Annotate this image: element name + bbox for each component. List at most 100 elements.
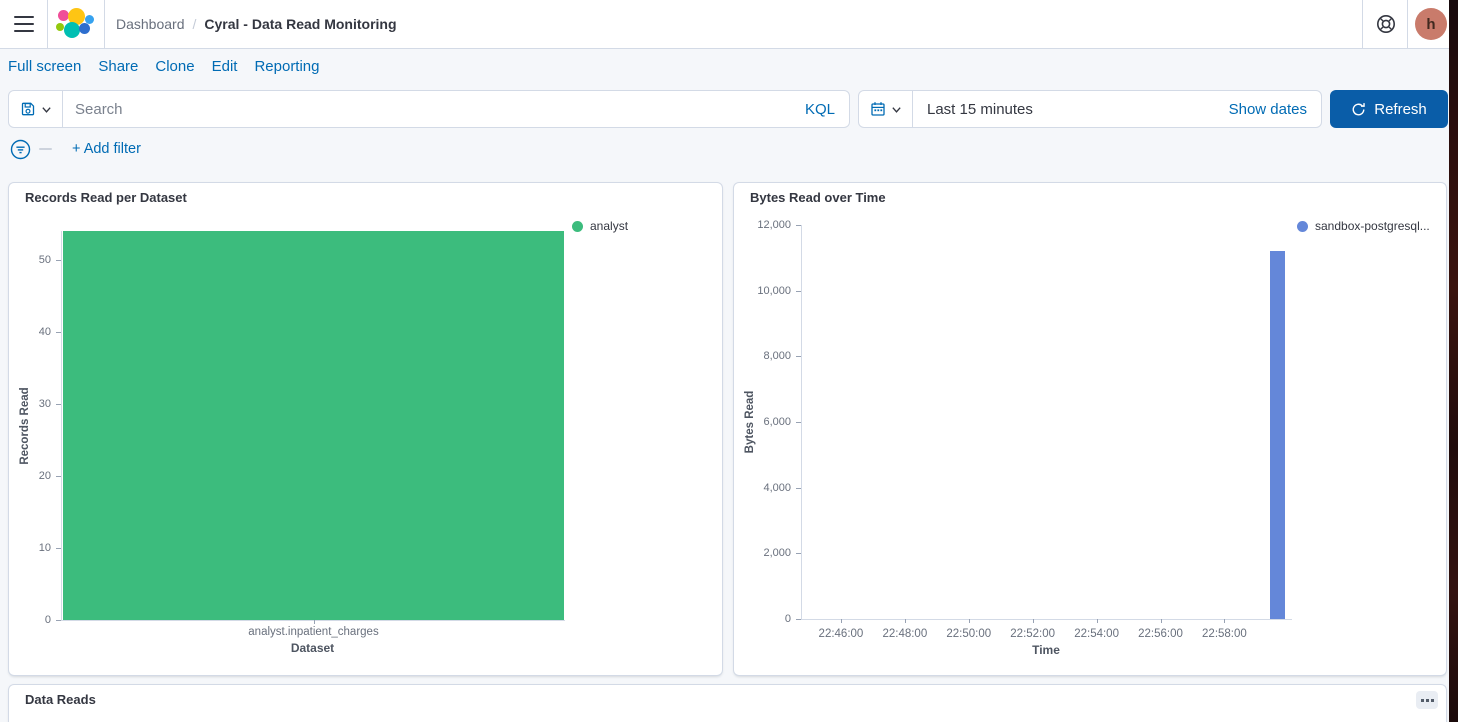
top-nav-bar: Dashboard / Cyral - Data Read Monitoring… — [0, 0, 1449, 49]
nav-separator — [104, 0, 105, 48]
y-tick-label: 40 — [9, 325, 51, 339]
add-filter-link[interactable]: + Add filter — [72, 141, 141, 157]
saved-query-button[interactable] — [9, 91, 63, 127]
show-dates-link[interactable]: Show dates — [1229, 101, 1321, 118]
x-tick-mark — [1097, 619, 1098, 623]
panel-bytes-read-over-time: Bytes Read over Time 02,0004,0006,0008,0… — [733, 182, 1447, 676]
x-tick-mark — [1224, 619, 1225, 623]
logo-blob-darkblue — [79, 23, 90, 34]
calendar-button[interactable] — [859, 91, 913, 127]
x-axis-title: Dataset — [213, 641, 413, 655]
filter-separator-dash — [39, 148, 52, 150]
breadcrumb-dashboard[interactable]: Dashboard — [116, 16, 185, 32]
y-tick-label: 12,000 — [734, 218, 791, 232]
time-range-value[interactable]: Last 15 minutes — [913, 101, 1229, 118]
date-picker: Last 15 minutes Show dates — [858, 90, 1322, 128]
y-tick-mark — [796, 619, 801, 620]
menu-clone[interactable]: Clone — [155, 58, 194, 75]
refresh-button[interactable]: Refresh — [1330, 90, 1448, 128]
logo-blob-teal — [64, 22, 80, 38]
nav-separator — [1362, 0, 1363, 48]
y-tick-label: 4,000 — [734, 481, 791, 495]
legend-item-sandbox-postgresql[interactable]: sandbox-postgresql... — [1297, 219, 1430, 233]
y-tick-label: 0 — [734, 612, 791, 626]
breadcrumb-current-page: Cyral - Data Read Monitoring — [204, 16, 396, 32]
y-tick-label: 10,000 — [734, 284, 791, 298]
panel-options-icon[interactable] — [1416, 691, 1438, 709]
legend-item-analyst[interactable]: analyst — [572, 219, 628, 233]
y-axis-line — [801, 225, 802, 619]
kibana-dashboard-page: Dashboard / Cyral - Data Read Monitoring… — [0, 0, 1458, 722]
menu-edit[interactable]: Edit — [212, 58, 238, 75]
x-axis-line — [801, 619, 1292, 620]
search-input[interactable] — [63, 101, 805, 118]
screen-edge-artifact — [1449, 0, 1458, 722]
y-tick-label: 8,000 — [734, 349, 791, 363]
y-tick-label: 0 — [9, 613, 51, 627]
panel-title[interactable]: Data Reads — [25, 692, 96, 707]
x-tick-mark — [1161, 619, 1162, 623]
legend-color-dot — [572, 221, 583, 232]
legend-color-dot — [1297, 221, 1308, 232]
panel-data-reads: Data Reads — [8, 684, 1447, 722]
menu-full-screen[interactable]: Full screen — [8, 58, 81, 75]
y-axis-title: Records Read — [19, 387, 31, 464]
x-tick-mark — [314, 620, 315, 624]
panel-records-read-per-dataset: Records Read per Dataset 01020304050Reco… — [8, 182, 723, 676]
x-tick-mark — [905, 619, 906, 623]
dashboard-menu: Full screen Share Clone Edit Reporting — [8, 58, 320, 75]
legend-label: sandbox-postgresql... — [1315, 219, 1430, 233]
y-tick-label: 20 — [9, 469, 51, 483]
filter-bar: + Add filter — [10, 138, 141, 160]
breadcrumb-separator: / — [193, 16, 197, 32]
y-tick-mark — [56, 404, 61, 405]
nav-separator — [1407, 0, 1408, 48]
chevron-down-icon — [41, 104, 52, 115]
calendar-icon — [870, 101, 886, 117]
y-tick-label: 6,000 — [734, 415, 791, 429]
y-tick-label: 2,000 — [734, 546, 791, 560]
y-axis-title: Bytes Read — [744, 391, 756, 454]
y-tick-mark — [796, 553, 801, 554]
chevron-down-icon — [891, 104, 902, 115]
save-icon — [20, 101, 36, 117]
x-tick-mark — [969, 619, 970, 623]
menu-hamburger-icon[interactable] — [12, 13, 36, 35]
y-tick-label: 50 — [9, 253, 51, 267]
menu-reporting[interactable]: Reporting — [254, 58, 319, 75]
y-axis-line — [61, 231, 62, 620]
y-tick-mark — [56, 260, 61, 261]
menu-share[interactable]: Share — [98, 58, 138, 75]
x-tick-mark — [841, 619, 842, 623]
logo-blob-green — [56, 23, 64, 31]
y-tick-mark — [56, 548, 61, 549]
y-tick-mark — [796, 291, 801, 292]
x-tick-label: analyst.inpatient_charges — [164, 625, 464, 639]
x-tick-mark — [1033, 619, 1034, 623]
y-tick-mark — [56, 332, 61, 333]
bar[interactable] — [63, 231, 564, 620]
nav-separator — [47, 0, 48, 48]
legend-label: analyst — [590, 219, 628, 233]
user-avatar[interactable]: h — [1415, 8, 1447, 40]
refresh-icon — [1351, 102, 1366, 117]
y-tick-mark — [796, 422, 801, 423]
y-tick-mark — [56, 620, 61, 621]
refresh-label: Refresh — [1374, 101, 1427, 118]
y-tick-mark — [796, 225, 801, 226]
y-tick-mark — [796, 356, 801, 357]
bytes-read-chart: 02,0004,0006,0008,00010,00012,000Bytes R… — [734, 183, 1446, 675]
filter-icon[interactable] — [10, 139, 31, 160]
y-tick-mark — [56, 476, 61, 477]
bar[interactable] — [1270, 251, 1284, 619]
y-tick-label: 10 — [9, 541, 51, 555]
query-bar: KQL — [8, 90, 850, 128]
help-lifering-icon[interactable] — [1373, 12, 1399, 38]
elastic-logo[interactable] — [56, 8, 98, 40]
records-read-chart: 01020304050Records ReadDatasetanalyst.in… — [9, 183, 722, 675]
y-tick-mark — [796, 488, 801, 489]
query-language-button[interactable]: KQL — [805, 101, 849, 118]
breadcrumb: Dashboard / Cyral - Data Read Monitoring — [116, 0, 397, 48]
x-axis-title: Time — [946, 643, 1146, 657]
x-tick-label: 22:58:00 — [1174, 627, 1274, 641]
